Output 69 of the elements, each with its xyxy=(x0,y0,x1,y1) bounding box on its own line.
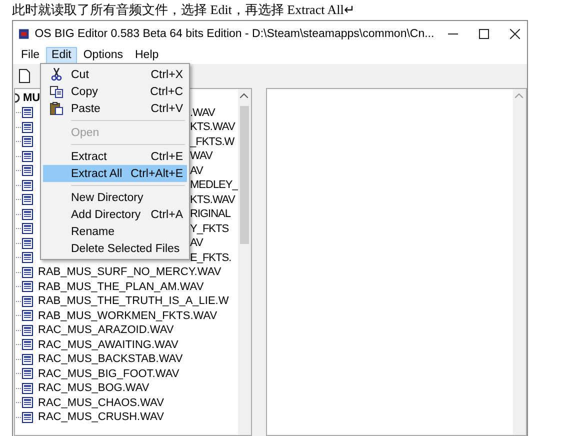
file-icon xyxy=(22,122,33,133)
file-icon xyxy=(22,354,33,365)
menu-bar-item[interactable]: File xyxy=(15,47,46,64)
file-icon xyxy=(22,368,33,380)
file-icon xyxy=(22,194,33,206)
scrollbar[interactable] xyxy=(238,89,251,435)
scrollbar[interactable] xyxy=(513,89,526,435)
tree-item[interactable]: RAB_MUS_THE_PLAN_AM.WAV xyxy=(38,280,204,293)
menu-item[interactable]: Delete Selected Files xyxy=(43,240,187,257)
file-icon xyxy=(22,412,33,423)
tree-item[interactable]: RAC_MUS_AWAITING.WAV xyxy=(38,338,178,351)
menu-item[interactable]: Copy Ctrl+C xyxy=(43,83,187,100)
scissors-icon xyxy=(50,68,62,81)
menu-bar-item[interactable]: Options xyxy=(77,47,129,64)
file-icon xyxy=(22,339,33,350)
file-icon xyxy=(22,266,33,278)
menu-item[interactable]: Add Directory Ctrl+A xyxy=(43,206,187,223)
close-icon[interactable] xyxy=(510,29,520,39)
file-icon xyxy=(22,208,33,220)
menu-item[interactable]: Paste Ctrl+V xyxy=(43,100,187,117)
tree-item[interactable]: AV xyxy=(190,237,203,250)
maximize-icon[interactable] xyxy=(478,29,489,39)
clipboard-icon xyxy=(50,102,62,115)
file-icon xyxy=(22,238,33,249)
menu-item[interactable]: Cut Ctrl+X xyxy=(43,66,187,83)
file-icon xyxy=(22,296,33,307)
tree-item[interactable]: AV xyxy=(190,164,203,177)
tree-item[interactable]: RAC_MUS_ARAZOID.WAV xyxy=(38,324,174,336)
tree-item[interactable]: E_FKTS. xyxy=(190,252,232,264)
tree-item[interactable]: RAB_MUS_SURF_NO_MERCY.WAV xyxy=(38,266,222,278)
tree-item[interactable]: KTS.WAV xyxy=(190,121,235,134)
tree-item[interactable]: MEDLEY_ xyxy=(190,179,238,192)
file-icon xyxy=(22,150,33,162)
tree-item[interactable]: RIGINAL xyxy=(190,208,231,220)
tree-item[interactable]: .WAV xyxy=(190,106,215,119)
tree-item[interactable]: RAC_MUS_CRUSH.WAV xyxy=(38,411,164,424)
menu-bar-item[interactable]: Edit xyxy=(46,47,78,64)
tree-item[interactable]: Y_FKTS xyxy=(190,222,229,235)
tree-item[interactable]: RAB_MUS_WORKMEN_FKTS.WAV xyxy=(38,310,218,322)
file-icon xyxy=(22,281,33,292)
menu-item[interactable]: Extract All Ctrl+Alt+E xyxy=(43,165,187,182)
menu-item[interactable]: New Directory xyxy=(43,189,187,206)
menu-bar-item[interactable]: Help xyxy=(129,47,165,64)
file-icon xyxy=(22,136,33,148)
tree-item[interactable]: _FKTS.W xyxy=(190,136,234,148)
app-icon xyxy=(19,27,29,41)
tree-item[interactable]: RAC_MUS_BACKSTAB.WAV xyxy=(38,353,183,366)
tree-item[interactable]: RAC_MUS_CHAOS.WAV xyxy=(38,396,164,409)
file-icon xyxy=(22,252,33,264)
tree-item[interactable]: RAC_MUS_BIG_FOOT.WAV xyxy=(38,368,180,380)
caption-text: 此时就读取了所有音频文件，选择 Edit，再选择 Extract All↵ xyxy=(11,1,356,19)
file-icon xyxy=(22,310,33,322)
window-title: OS BIG Editor 0.583 Beta 64 bits Edition - D:\Steam\steamapps\common\Cn... xyxy=(34,28,434,40)
tree-item[interactable]: MU xyxy=(23,92,40,104)
menu-item[interactable]: Extract Ctrl+E xyxy=(43,148,187,165)
copy-icon xyxy=(50,86,62,98)
tree-item[interactable]: WAV xyxy=(190,150,212,162)
tree-item[interactable]: RAB_MUS_THE_TRUTH_IS_A_LIE.W xyxy=(38,295,229,308)
file-icon xyxy=(22,165,33,176)
tree-item[interactable]: RAC_MUS_BOG.WAV xyxy=(38,382,150,394)
file-icon xyxy=(22,107,33,118)
file-icon xyxy=(22,382,33,394)
new-file-icon[interactable] xyxy=(19,69,30,83)
file-icon xyxy=(22,180,33,191)
file-icon xyxy=(22,223,33,234)
file-icon xyxy=(22,324,33,336)
menu-item[interactable]: Rename xyxy=(43,223,187,240)
tree-item[interactable]: KTS.WAV xyxy=(190,194,235,206)
file-icon xyxy=(22,397,33,408)
